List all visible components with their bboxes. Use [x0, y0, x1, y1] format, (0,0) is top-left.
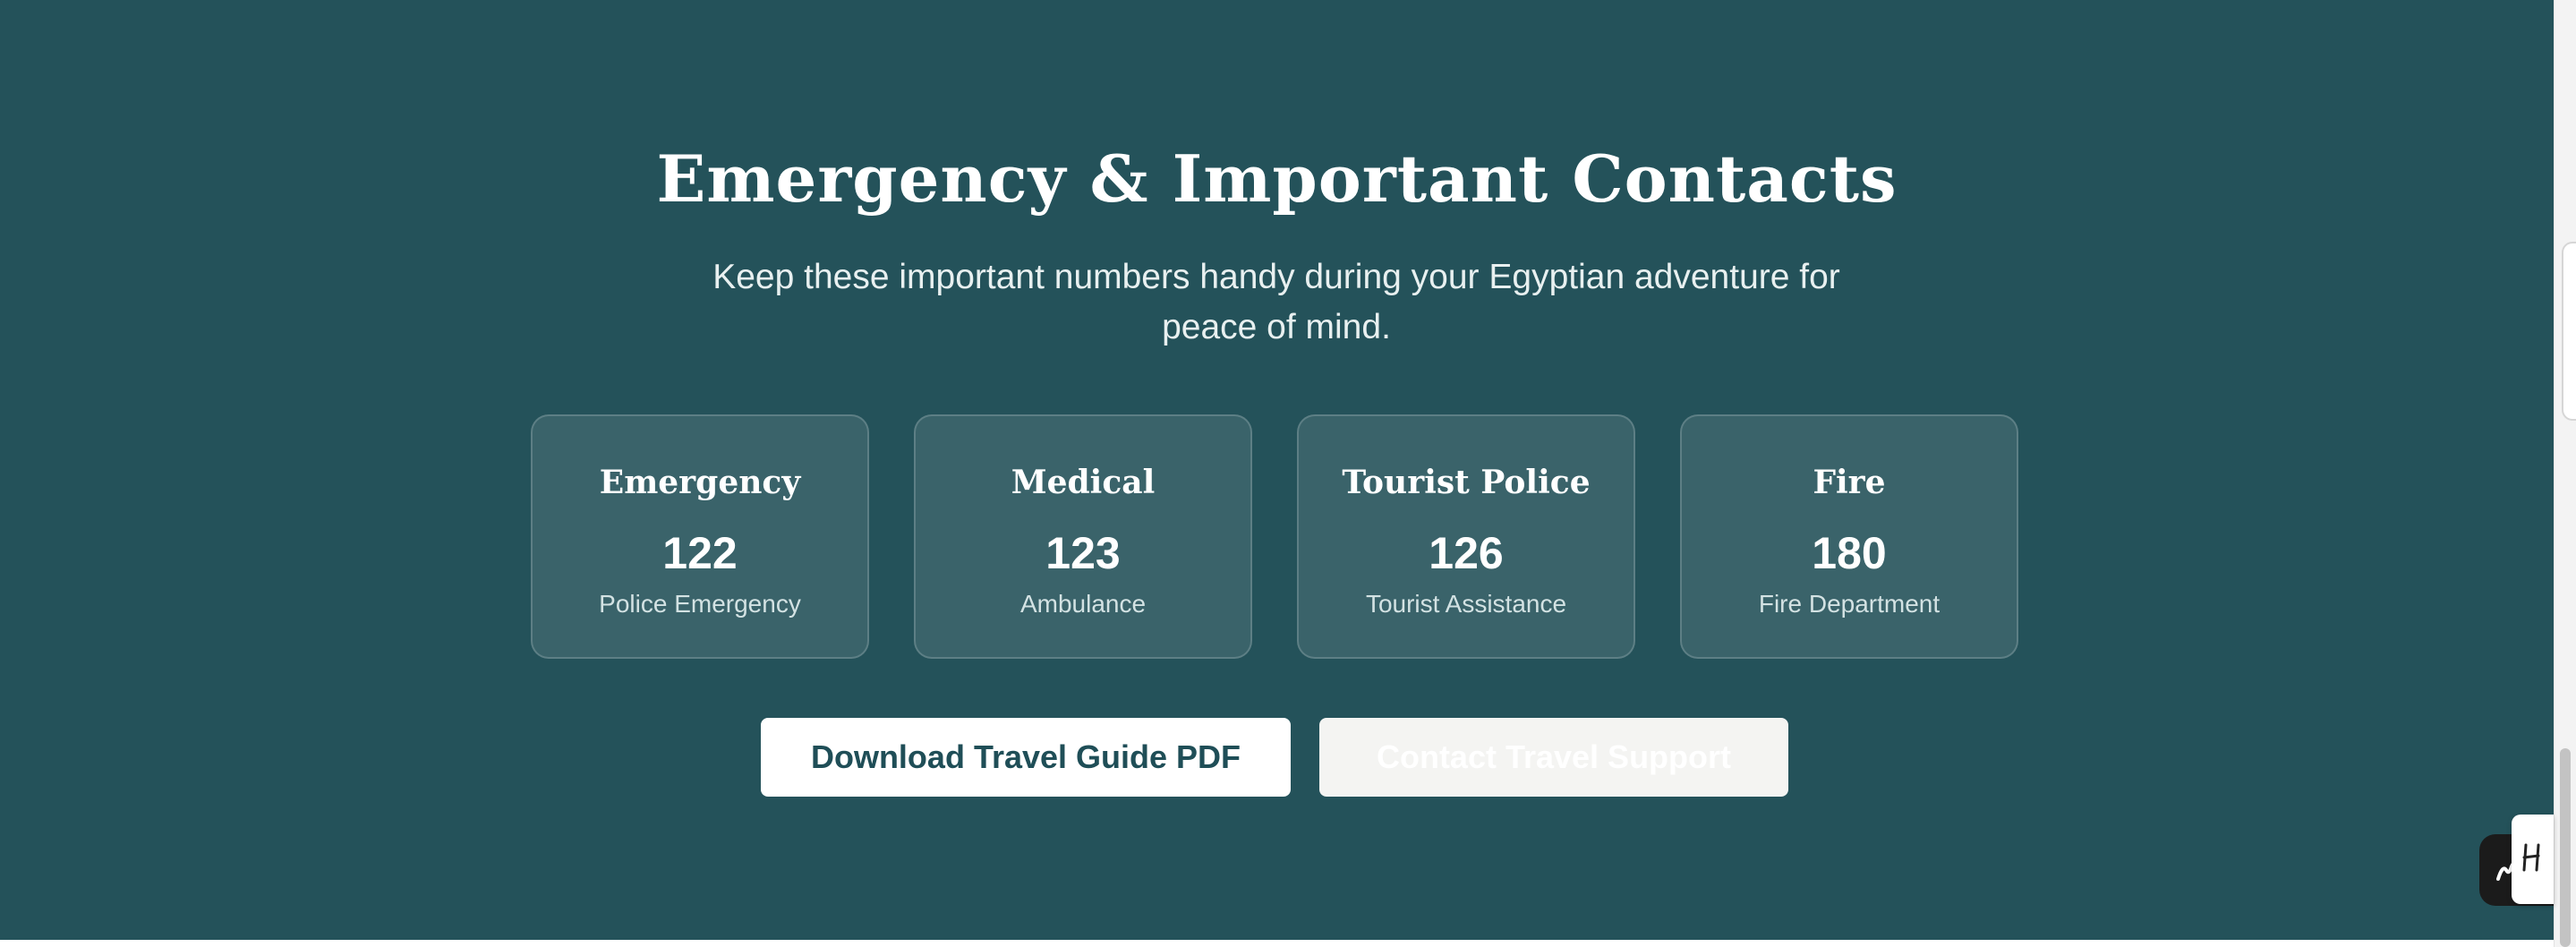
contact-card-tourist-police: Tourist Police 126 Tourist Assistance: [1297, 414, 1635, 659]
contact-card-description: Police Emergency: [599, 590, 801, 618]
contact-card-title: Medical: [1011, 464, 1156, 501]
contact-card-title: Emergency: [599, 464, 801, 501]
scrollbar-thumb[interactable]: [2560, 748, 2571, 947]
side-drawer-tab[interactable]: [2562, 242, 2576, 421]
emergency-contacts-section: Emergency & Important Contacts Keep thes…: [0, 0, 2554, 940]
contact-card-number: 122: [662, 528, 738, 578]
h-logo-icon: [2522, 843, 2540, 872]
page-scrollbar[interactable]: [2554, 0, 2576, 947]
contact-card-medical: Medical 123 Ambulance: [914, 414, 1252, 659]
contact-card-emergency: Emergency 122 Police Emergency: [531, 414, 869, 659]
floating-widget-card[interactable]: [2512, 815, 2554, 904]
contact-travel-support-button[interactable]: Contact Travel Support: [1319, 718, 1788, 797]
section-title: Emergency & Important Contacts: [656, 141, 1898, 217]
contact-card-number: 180: [1812, 528, 1887, 578]
download-travel-guide-button[interactable]: Download Travel Guide PDF: [761, 718, 1291, 797]
contact-card-number: 123: [1045, 528, 1121, 578]
contact-card-number: 126: [1429, 528, 1504, 578]
section-subtitle: Keep these important numbers handy durin…: [712, 258, 1840, 346]
contact-card-description: Tourist Assistance: [1365, 590, 1567, 618]
contact-card-title: Fire: [1813, 464, 1886, 501]
contact-card-description: Ambulance: [1019, 590, 1147, 618]
contact-card-title: Tourist Police: [1342, 464, 1591, 501]
contact-card-fire: Fire 180 Fire Department: [1680, 414, 2018, 659]
contact-card-description: Fire Department: [1758, 590, 1941, 618]
